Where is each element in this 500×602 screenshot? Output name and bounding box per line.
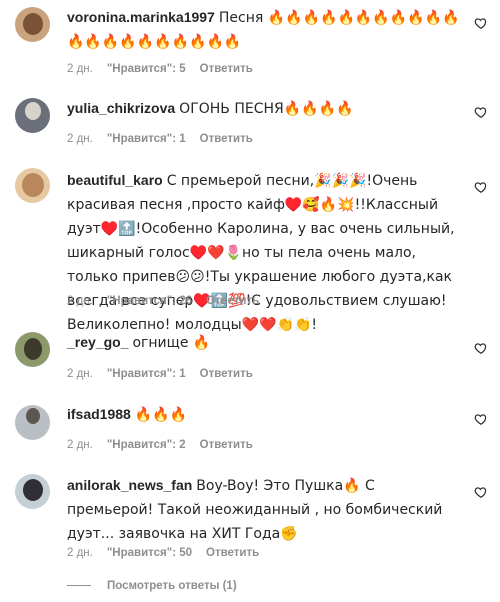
comment-username[interactable]: beautiful_karo [67,172,163,188]
reply-button[interactable]: Ответить [200,439,253,451]
comment-text-block: beautiful_karo С премьерой песни,🎉🎉🎉!Очен… [67,169,465,337]
comment-likes[interactable]: "Нравится": 1 [107,133,186,145]
view-replies-button[interactable]: Посмотреть ответы (1) [67,580,237,592]
reply-button[interactable]: Ответить [200,368,253,380]
comment-username[interactable]: yulia_chikrizova [67,100,175,116]
comment-meta: 2 дн. "Нравится": 26 Ответить [67,295,273,307]
comment-time[interactable]: 2 дн. [67,547,93,559]
comment-likes[interactable]: "Нравится": 5 [107,63,186,75]
avatar[interactable] [15,168,50,203]
comment-likes[interactable]: "Нравится": 1 [107,368,186,380]
comment-body: 🔥🔥🔥 [134,407,188,423]
comment-username[interactable]: voronina.marinka1997 [67,9,215,25]
comment-text-block: ifsad1988 🔥🔥🔥 [67,403,465,427]
avatar[interactable] [15,474,50,509]
heart-icon[interactable] [474,105,488,119]
comment-likes[interactable]: "Нравится": 50 [107,547,192,559]
avatar[interactable] [15,405,50,440]
comment-time[interactable]: 2 дн. [67,133,93,145]
comment-time[interactable]: 2 дн. [67,439,93,451]
comment-username[interactable]: ifsad1988 [67,406,131,422]
heart-icon[interactable] [474,341,488,355]
divider-line [67,585,91,587]
comment-time[interactable]: 2 дн. [67,368,93,380]
comment-meta: 2 дн. "Нравится": 1 Ответить [67,368,267,380]
comment-body: ОГОНЬ ПЕСНЯ🔥🔥🔥🔥 [179,101,354,117]
avatar[interactable] [15,332,50,367]
comment-meta: 2 дн. "Нравится": 2 Ответить [67,439,267,451]
comment-text-block: _rey_go_ огнище 🔥 [67,331,465,355]
comment-text-block: yulia_chikrizova ОГОНЬ ПЕСНЯ🔥🔥🔥🔥 [67,97,465,121]
heart-icon[interactable] [474,180,488,194]
heart-icon[interactable] [474,412,488,426]
comment-meta: 2 дн. "Нравится": 5 Ответить [67,63,267,75]
reply-button[interactable]: Ответить [200,63,253,75]
reply-button[interactable]: Ответить [200,133,253,145]
avatar[interactable] [15,98,50,133]
comment-text-block: voronina.marinka1997 Песня 🔥🔥🔥🔥🔥🔥🔥🔥🔥🔥🔥🔥🔥🔥… [67,6,465,54]
reply-button[interactable]: Ответить [206,547,259,559]
comment-likes[interactable]: "Нравится": 2 [107,439,186,451]
comment-meta: 2 дн. "Нравится": 50 Ответить [67,547,273,559]
comment-time[interactable]: 2 дн. [67,63,93,75]
view-replies-label: Посмотреть ответы (1) [107,580,237,592]
heart-icon[interactable] [474,16,488,30]
comment-meta: 2 дн. "Нравится": 1 Ответить [67,133,267,145]
comment-body: С премьерой песни,🎉🎉🎉!Очень красивая пес… [67,173,455,333]
comment-username[interactable]: _rey_go_ [67,334,128,350]
reply-button[interactable]: Ответить [206,295,259,307]
comment-text-block: anilorak_news_fan Boy-Boy! Это Пушка🔥 С п… [67,474,465,546]
comment-time[interactable]: 2 дн. [67,295,93,307]
comment-body: огнище 🔥 [132,335,211,351]
heart-icon[interactable] [474,485,488,499]
avatar[interactable] [15,7,50,42]
comment-username[interactable]: anilorak_news_fan [67,477,192,493]
comment-likes[interactable]: "Нравится": 26 [107,295,192,307]
